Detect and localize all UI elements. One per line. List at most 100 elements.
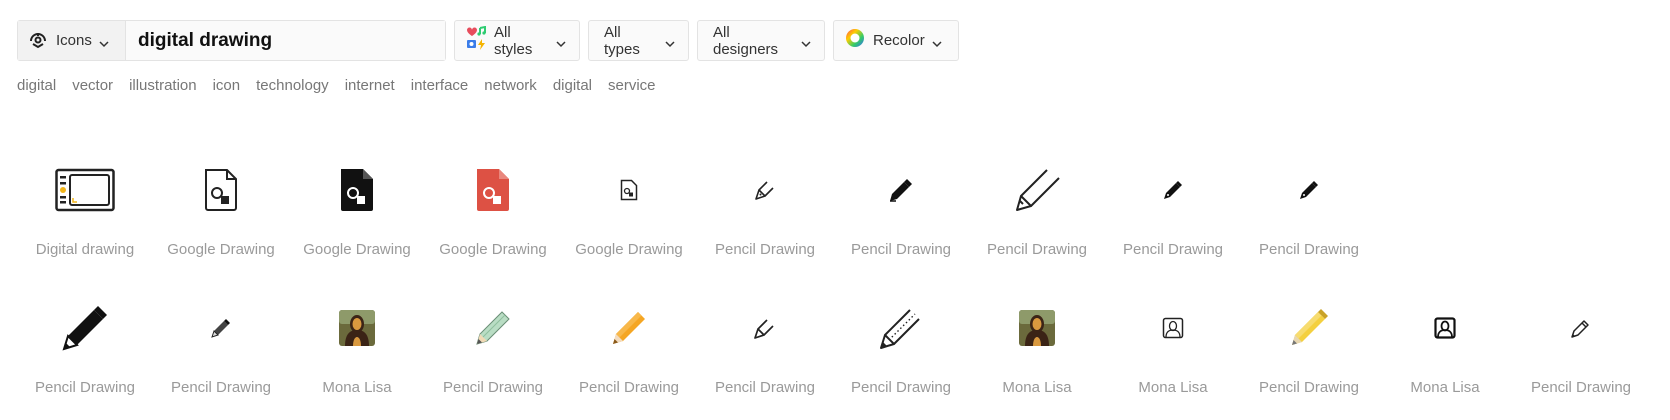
icon-result[interactable]: Pencil Drawing [1105,150,1241,288]
chevron-down-icon [99,36,109,47]
tag-link[interactable]: interface [411,77,469,94]
icon-result-label: Mona Lisa [322,379,392,396]
icon-result[interactable]: Pencil Drawing [425,288,561,420]
pencil-dotted-icon [869,296,933,360]
tag-link[interactable]: internet [345,77,395,94]
icon-result[interactable]: Pencil Drawing [1513,288,1649,420]
google-drawing-red-icon [461,158,525,222]
mona-lisa-color-icon [1005,296,1069,360]
pencil-orange-icon [597,296,661,360]
icon-result-label: Pencil Drawing [1258,379,1360,396]
chevron-down-icon [932,36,942,47]
search-input[interactable] [126,21,445,60]
icon-result-label: Pencil Drawing [1258,241,1360,258]
results-row: Digital drawing Google Drawing Google Dr… [17,150,1649,288]
icon-result-label: Pencil Drawing [714,379,816,396]
pencil-small-icon [189,296,253,360]
icon-result[interactable]: Mona Lisa [289,288,425,420]
icon-result-label: Pencil Drawing [714,241,816,258]
icon-result[interactable]: Mona Lisa [1105,288,1241,420]
pencil-green-icon [461,296,525,360]
chevron-down-icon [556,36,566,47]
chevron-down-icon [665,36,675,47]
tag-link[interactable]: network [484,77,537,94]
pen-outline-icon [733,296,797,360]
pencil-black-large-icon [53,296,117,360]
pencil-yellow-icon [1277,296,1341,360]
icon-result-label: Pencil Drawing [1530,379,1632,396]
icon-result-label: Mona Lisa [1002,379,1072,396]
icon-result[interactable]: Pencil Drawing [833,288,969,420]
results-row: Pencil Drawing Pencil Drawing Mona Lisa … [17,288,1649,420]
pen-filled-small-icon [1141,158,1205,222]
drawing-tablet-icon [53,158,117,222]
search-toolbar: Icons All styles All types [17,20,959,61]
icon-result[interactable]: Pencil Drawing [153,288,289,420]
asset-type-label: Icons [56,32,92,49]
icon-result[interactable]: Digital drawing [17,150,153,288]
icon-result-label: Digital drawing [35,241,135,258]
icon-result-label: Pencil Drawing [986,241,1088,258]
icon-result[interactable]: Pencil Drawing [17,288,153,420]
icon-result-label: Pencil Drawing [578,379,680,396]
icon-result-label: Mona Lisa [1138,379,1208,396]
chevron-down-icon [801,36,811,47]
styles-label: All styles [494,23,533,58]
icon-result[interactable]: Pencil Drawing [1241,288,1377,420]
designers-label: All designers [713,23,779,58]
tag-link[interactable]: service [608,77,656,94]
pencil-outline-icon [1549,296,1613,360]
styles-dropdown[interactable]: All styles [454,20,580,61]
icon-result-label: Pencil Drawing [850,379,952,396]
tag-link[interactable]: technology [256,77,329,94]
icon-result[interactable]: Pencil Drawing [1241,150,1377,288]
icon-result[interactable]: Google Drawing [153,150,289,288]
tag-link[interactable]: digital [553,77,592,94]
icons-type-icon [27,27,49,54]
google-drawing-small-icon [597,158,661,222]
icon-result[interactable]: Pencil Drawing [697,150,833,288]
icon-result-label: Pencil Drawing [34,379,136,396]
icon-result-label: Pencil Drawing [850,241,952,258]
icon-result-label: Google Drawing [439,241,547,258]
tag-link[interactable]: icon [213,77,241,94]
icon-result-label: Google Drawing [167,241,275,258]
tag-link[interactable]: illustration [129,77,197,94]
icon-result-label: Google Drawing [575,241,683,258]
types-label: All types [604,23,640,58]
icon-result-label: Mona Lisa [1410,379,1480,396]
icon-result[interactable]: Pencil Drawing [833,150,969,288]
icon-result[interactable]: Google Drawing [289,150,425,288]
color-wheel-icon [844,27,866,54]
icon-result-label: Pencil Drawing [442,379,544,396]
designers-dropdown[interactable]: All designers [697,20,825,61]
icon-results-grid: Digital drawing Google Drawing Google Dr… [17,150,1649,420]
styles-icon [465,25,487,55]
icon-result-label: Pencil Drawing [1122,241,1224,258]
mona-lisa-outline-bold-icon [1413,296,1477,360]
icon-result[interactable]: Pencil Drawing [561,288,697,420]
related-tags: digital vector illustration icon technol… [17,77,656,94]
icon-result[interactable]: Mona Lisa [1377,288,1513,420]
mona-lisa-color-icon [325,296,389,360]
types-dropdown[interactable]: All types [588,20,689,61]
asset-type-dropdown[interactable]: Icons [18,21,126,60]
icon-result[interactable]: Mona Lisa [969,288,1105,420]
tag-link[interactable]: digital [17,77,56,94]
icon-result-label: Pencil Drawing [170,379,272,396]
pen-filled-icon [869,158,933,222]
recolor-dropdown[interactable]: Recolor [833,20,959,61]
search-bar: Icons [17,20,446,61]
google-drawing-outline-icon [189,158,253,222]
pen-filled-small-icon [1277,158,1341,222]
pen-outline-icon [733,158,797,222]
recolor-label: Recolor [873,32,925,49]
icon-result-label: Google Drawing [303,241,411,258]
icon-result[interactable]: Pencil Drawing [969,150,1105,288]
icon-result[interactable]: Pencil Drawing [697,288,833,420]
mona-lisa-outline-icon [1141,296,1205,360]
icon-result[interactable]: Google Drawing [561,150,697,288]
icon-result[interactable]: Google Drawing [425,150,561,288]
google-drawing-filled-icon [325,158,389,222]
tag-link[interactable]: vector [72,77,113,94]
